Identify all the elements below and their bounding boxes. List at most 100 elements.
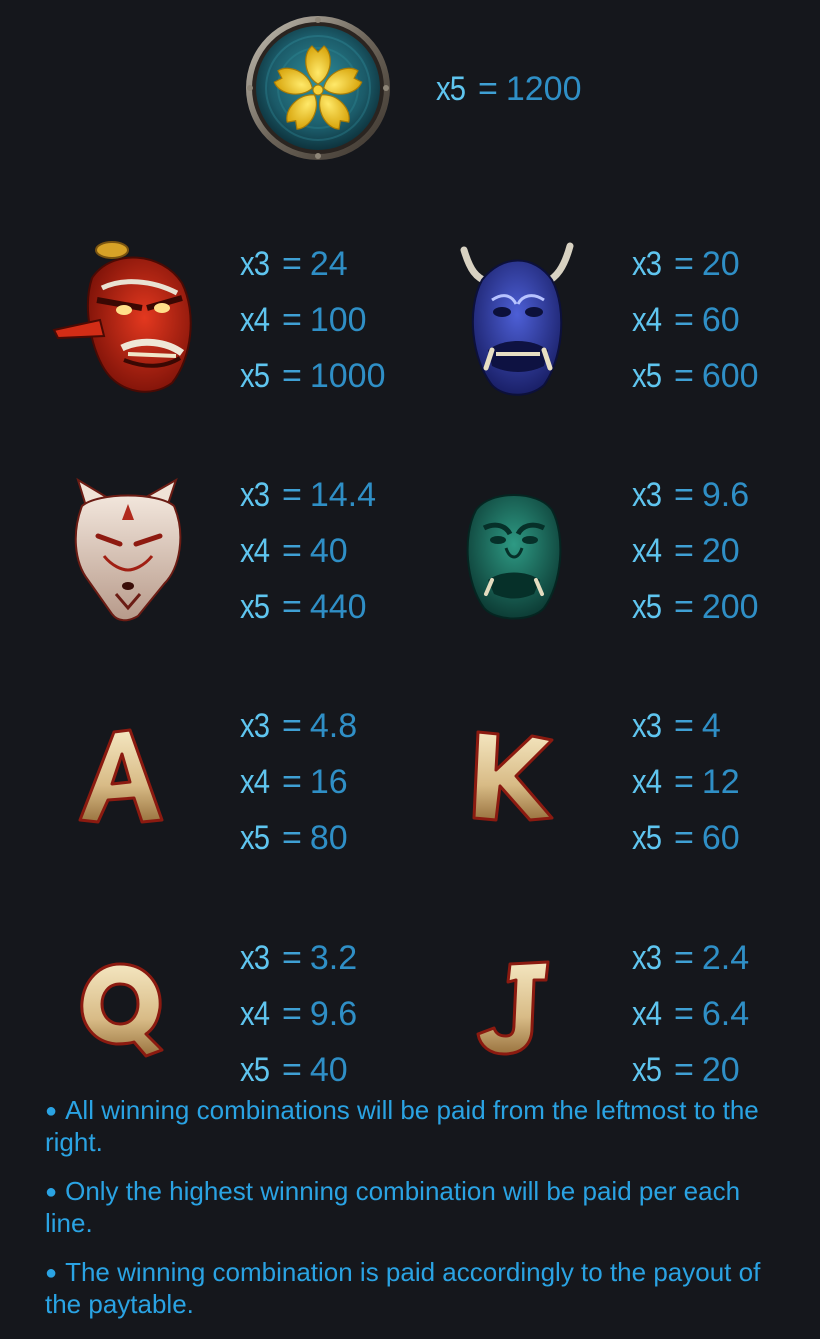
rules-list: ● All winning combinations will be paid f…	[45, 1096, 785, 1339]
multiplier: x5	[632, 357, 662, 395]
sakura-coin-icon	[246, 16, 390, 160]
kitsune-fox-mask-icon	[74, 477, 182, 622]
letter-k-icon	[472, 730, 554, 822]
pay-line: x3 = 24	[240, 244, 348, 284]
blue-oni-mask-icon	[460, 242, 574, 396]
pay-line: x4 = 6.4	[632, 994, 749, 1034]
multiplier: x3	[240, 245, 270, 283]
pay-line: x5 = 60	[632, 818, 740, 858]
equals-sign: =	[478, 70, 498, 108]
multiplier: x3	[632, 476, 662, 514]
payout-value: 24	[309, 245, 348, 283]
payout-value: 6.4	[701, 995, 750, 1033]
pay-line: x3 = 9.6	[632, 475, 749, 515]
pay-line: x4 = 40	[240, 531, 348, 571]
payout-value: 40	[309, 532, 348, 570]
payout-value: 1200	[505, 70, 582, 108]
equals-sign: =	[674, 763, 694, 801]
multiplier: x4	[632, 763, 662, 801]
rule-item: ● Only the highest winning combination wi…	[45, 1177, 785, 1238]
equals-sign: =	[674, 819, 694, 857]
equals-sign: =	[674, 301, 694, 339]
payout-value: 9.6	[309, 995, 358, 1033]
equals-sign: =	[282, 588, 302, 626]
payout-value: 80	[309, 819, 348, 857]
multiplier: x3	[632, 245, 662, 283]
rule-text: The winning combination is paid accordin…	[45, 1257, 761, 1319]
multiplier: x5	[632, 588, 662, 626]
multiplier: x4	[632, 995, 662, 1033]
equals-sign: =	[282, 707, 302, 745]
pay-line: x5 = 1000	[240, 356, 386, 396]
multiplier: x5	[240, 357, 270, 395]
bullet-icon: ●	[45, 1100, 58, 1122]
multiplier: x4	[632, 532, 662, 570]
pay-line: x5 = 20	[632, 1050, 740, 1090]
equals-sign: =	[282, 819, 302, 857]
bullet-icon: ●	[45, 1181, 58, 1203]
multiplier: x5	[436, 70, 466, 108]
payout-value: 600	[701, 357, 759, 395]
payout-value: 440	[309, 588, 367, 626]
payout-value: 20	[701, 245, 740, 283]
multiplier: x3	[240, 476, 270, 514]
payout-value: 60	[701, 819, 740, 857]
pay-line: x5 = 1200	[436, 69, 582, 109]
multiplier: x4	[240, 532, 270, 570]
rule-text: Only the highest winning combination wil…	[45, 1176, 741, 1238]
multiplier: x4	[632, 301, 662, 339]
equals-sign: =	[674, 1051, 694, 1089]
equals-sign: =	[674, 707, 694, 745]
payout-value: 1000	[309, 357, 386, 395]
payout-value: 20	[701, 1051, 740, 1089]
equals-sign: =	[674, 939, 694, 977]
payout-value: 14.4	[309, 476, 377, 514]
equals-sign: =	[282, 532, 302, 570]
pay-line: x4 = 20	[632, 531, 740, 571]
multiplier: x4	[240, 301, 270, 339]
letter-j-icon	[476, 960, 550, 1056]
pay-line: x5 = 40	[240, 1050, 348, 1090]
pay-line: x4 = 16	[240, 762, 348, 802]
payout-value: 60	[701, 301, 740, 339]
equals-sign: =	[282, 357, 302, 395]
green-oni-mask-icon	[466, 494, 562, 620]
pay-line: x5 = 600	[632, 356, 759, 396]
equals-sign: =	[674, 532, 694, 570]
multiplier: x5	[632, 1051, 662, 1089]
pay-line: x3 = 20	[632, 244, 740, 284]
paytable-page: x5 = 1200 x3 = 24 x4 = 100 x5 = 1000 x3 …	[0, 0, 820, 1324]
equals-sign: =	[282, 939, 302, 977]
payout-value: 4.8	[309, 707, 358, 745]
pay-line: x5 = 80	[240, 818, 348, 858]
equals-sign: =	[282, 301, 302, 339]
pay-line: x3 = 14.4	[240, 475, 376, 515]
pay-line: x3 = 4	[632, 706, 721, 746]
equals-sign: =	[282, 763, 302, 801]
multiplier: x5	[632, 819, 662, 857]
equals-sign: =	[282, 995, 302, 1033]
pay-line: x4 = 60	[632, 300, 740, 340]
letter-a-icon	[78, 728, 164, 824]
payout-value: 2.4	[701, 939, 750, 977]
multiplier: x5	[240, 588, 270, 626]
multiplier: x4	[240, 995, 270, 1033]
pay-line: x4 = 9.6	[240, 994, 357, 1034]
pay-line: x5 = 440	[240, 587, 367, 627]
payout-value: 12	[701, 763, 740, 801]
red-tengu-mask-icon	[52, 241, 192, 393]
letter-q-icon	[80, 962, 164, 1058]
payout-value: 200	[701, 588, 759, 626]
equals-sign: =	[674, 995, 694, 1033]
equals-sign: =	[674, 357, 694, 395]
multiplier: x3	[240, 707, 270, 745]
equals-sign: =	[282, 245, 302, 283]
payout-value: 20	[701, 532, 740, 570]
equals-sign: =	[282, 476, 302, 514]
equals-sign: =	[282, 1051, 302, 1089]
pay-line: x3 = 3.2	[240, 938, 357, 978]
multiplier: x5	[240, 1051, 270, 1089]
equals-sign: =	[674, 245, 694, 283]
equals-sign: =	[674, 588, 694, 626]
payout-value: 3.2	[309, 939, 358, 977]
